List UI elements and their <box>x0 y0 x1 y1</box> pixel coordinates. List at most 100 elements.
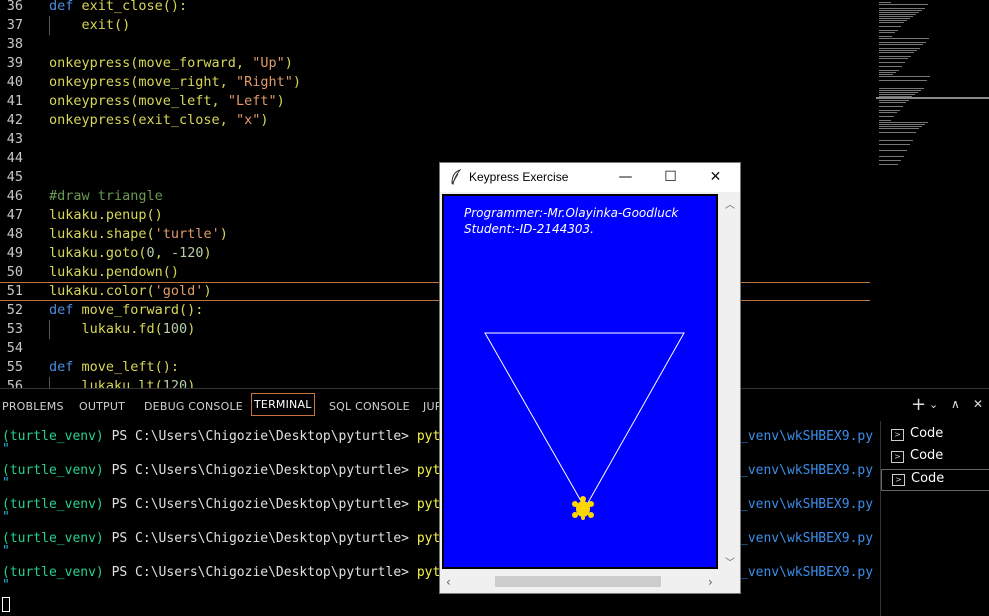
scroll-left-icon[interactable]: ‹ <box>446 575 451 589</box>
line-number: 43 <box>6 131 23 147</box>
minimap-line <box>879 76 930 77</box>
code-line[interactable]: 40 onkeypress(move_right, "Right") <box>0 73 870 92</box>
code-text: lukaku.goto(0, -120) <box>49 245 212 261</box>
line-number: 36 <box>6 0 23 14</box>
minimap-line <box>879 160 901 161</box>
code-line[interactable]: 43 <box>0 130 870 149</box>
tab-debug-console[interactable]: DEBUG CONSOLE <box>144 400 243 413</box>
minimap-line <box>879 20 907 21</box>
prompt-path: PS C:\Users\Chigozie\Desktop\pyturtle> <box>103 531 417 546</box>
line-number: 52 <box>6 302 23 318</box>
minimap-line <box>879 56 911 57</box>
scroll-thumb[interactable] <box>495 576 661 587</box>
minimap-line <box>879 52 914 53</box>
horizontal-scrollbar[interactable]: ‹ › <box>442 573 718 590</box>
turtle-canvas[interactable]: Programmer:-Mr.Olayinka-Goodluck Student… <box>444 196 716 567</box>
quote-char: " <box>2 476 10 491</box>
turtle-drawing <box>484 332 685 520</box>
line-number: 46 <box>6 188 23 204</box>
indent-guide <box>49 320 50 339</box>
venv-label: (turtle_venv) <box>2 565 104 580</box>
line-number: 49 <box>6 245 23 261</box>
maximize-panel-icon[interactable]: ∧ <box>951 397 960 411</box>
script-path: _venv\wkSHBEX9.py <box>740 463 874 478</box>
terminal-list: > Code > Code > Code <box>880 421 989 616</box>
terminal-list-item[interactable]: > Code <box>881 447 989 467</box>
code-line[interactable]: 38 <box>0 35 870 54</box>
minimap-line <box>879 132 916 133</box>
turtle-window: Keypress Exercise — ☐ ✕ Programmer:-Mr.O… <box>439 162 741 594</box>
terminal-icon: > <box>891 451 904 463</box>
script-path: _venv\wkSHBEX9.py <box>740 497 874 512</box>
minimap-slider[interactable] <box>876 97 989 99</box>
minimap-line <box>879 88 924 89</box>
tab-terminal[interactable]: TERMINAL <box>251 393 315 416</box>
minimap-line <box>879 106 903 107</box>
line-number: 50 <box>6 264 23 280</box>
minimap-line <box>879 122 928 123</box>
code-line[interactable]: 39 onkeypress(move_forward, "Up") <box>0 54 870 73</box>
minimap-line <box>879 80 927 81</box>
minimap-line <box>879 112 897 113</box>
tab-output[interactable]: OUTPUT <box>79 400 125 413</box>
terminal-label: Code <box>911 471 945 486</box>
close-panel-icon[interactable]: ✕ <box>973 397 983 411</box>
code-line[interactable]: 36 def exit_close(): <box>0 0 870 16</box>
terminal-label: Code <box>910 448 944 463</box>
terminal-line: (turtle_venv) PS C:\Users\Chigozie\Deskt… <box>2 463 487 478</box>
minimap-line <box>879 32 895 33</box>
new-terminal-button[interactable]: + <box>911 394 926 415</box>
prompt-path: PS C:\Users\Chigozie\Desktop\pyturtle> <box>103 429 417 444</box>
tab-sql-console[interactable]: SQL CONSOLE <box>329 400 410 413</box>
terminal-cursor <box>2 597 10 612</box>
minimap-line <box>879 94 915 95</box>
code-text: def move_left(): <box>49 359 180 375</box>
triangle <box>484 332 685 510</box>
minimap-line <box>879 74 893 75</box>
minimap-line <box>879 8 925 9</box>
code-text: onkeypress(move_forward, "Up") <box>49 55 293 71</box>
code-text: lukaku.color('gold') <box>49 283 212 299</box>
minimap-line <box>879 18 910 19</box>
window-title: Keypress Exercise <box>469 170 569 184</box>
minimize-button[interactable]: — <box>603 163 648 192</box>
close-button[interactable]: ✕ <box>693 163 738 192</box>
terminal-line: (turtle_venv) PS C:\Users\Chigozie\Deskt… <box>2 531 487 546</box>
code-line[interactable]: 37 exit() <box>0 16 870 35</box>
scroll-down-icon[interactable]: ﹀ <box>725 554 735 569</box>
minimap-line <box>879 90 921 91</box>
tab-problems[interactable]: PROBLEMS <box>2 400 64 413</box>
minimap-line <box>879 26 901 27</box>
line-number: 55 <box>6 359 23 375</box>
code-line[interactable]: 41 onkeypress(move_left, "Left") <box>0 92 870 111</box>
code-text: lukaku.lt(120) <box>49 378 196 388</box>
scroll-right-icon[interactable]: › <box>708 575 713 589</box>
turtle-canvas-frame: Programmer:-Mr.Olayinka-Goodluck Student… <box>442 194 718 569</box>
code-line[interactable]: 42 onkeypress(exit_close, "x") <box>0 111 870 130</box>
scroll-up-icon[interactable]: ︿ <box>725 196 735 211</box>
minimap[interactable] <box>876 0 989 388</box>
code-text: def move_forward(): <box>49 302 204 318</box>
maximize-button[interactable]: ☐ <box>648 163 693 192</box>
minimap-line <box>879 42 926 43</box>
code-text: lukaku.pendown() <box>49 264 180 280</box>
vertical-scrollbar[interactable]: ︿ ﹀ <box>721 194 738 569</box>
code-text: lukaku.shape('turtle') <box>49 226 228 242</box>
line-number: 41 <box>6 93 23 109</box>
venv-label: (turtle_venv) <box>2 429 104 444</box>
minimap-line <box>879 100 909 101</box>
window-titlebar[interactable]: Keypress Exercise — ☐ ✕ <box>440 163 740 192</box>
minimap-line <box>879 164 898 165</box>
minimap-line <box>879 150 907 151</box>
indent-guide <box>49 16 50 35</box>
minimap-line <box>879 48 920 49</box>
script-path: _venv\wkSHBEX9.py <box>740 429 874 444</box>
code-text: exit() <box>49 17 131 33</box>
prompt-path: PS C:\Users\Chigozie\Desktop\pyturtle> <box>103 497 417 512</box>
minimap-line <box>879 102 906 103</box>
terminal-dropdown-icon[interactable]: ⌄ <box>929 398 938 411</box>
terminal-list-item[interactable]: > Code <box>881 425 989 445</box>
terminal-list-item[interactable]: > Code <box>881 469 989 491</box>
minimap-line <box>879 14 916 15</box>
minimap-line <box>879 144 910 145</box>
